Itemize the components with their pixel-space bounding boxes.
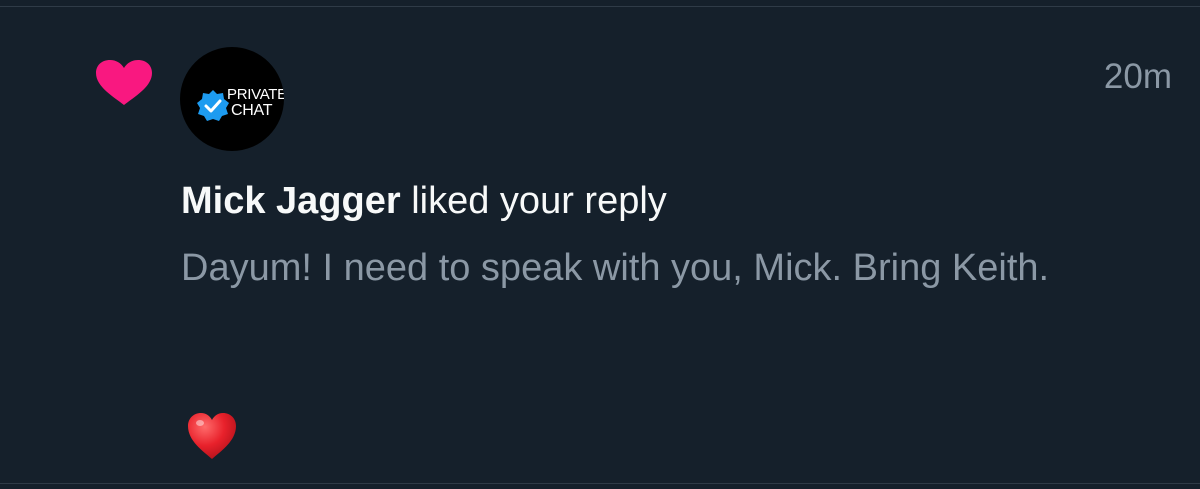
bottom-divider	[0, 483, 1200, 484]
avatar-brand-text: PRIVATE CHAT	[227, 87, 284, 119]
reply-text[interactable]: Dayum! I need to speak with you, Mick. B…	[181, 241, 1101, 295]
user-name-link[interactable]: Mick Jagger	[181, 180, 401, 222]
avatar[interactable]: PRIVATE CHAT	[180, 47, 284, 151]
action-text: liked your reply	[411, 180, 667, 222]
avatar-brand-line2: CHAT	[231, 102, 273, 119]
timestamp: 20m	[1103, 57, 1172, 96]
notification-headline: Mick Jagger liked your reply	[181, 178, 667, 224]
avatar-brand-line1: PRIVATE	[227, 86, 284, 103]
heart-icon	[96, 60, 152, 105]
like-notification[interactable]: PRIVATE CHAT 20m Mick Jagger liked your …	[0, 7, 1200, 483]
verified-badge-icon	[197, 90, 229, 121]
red-heart-emoji	[188, 413, 236, 459]
